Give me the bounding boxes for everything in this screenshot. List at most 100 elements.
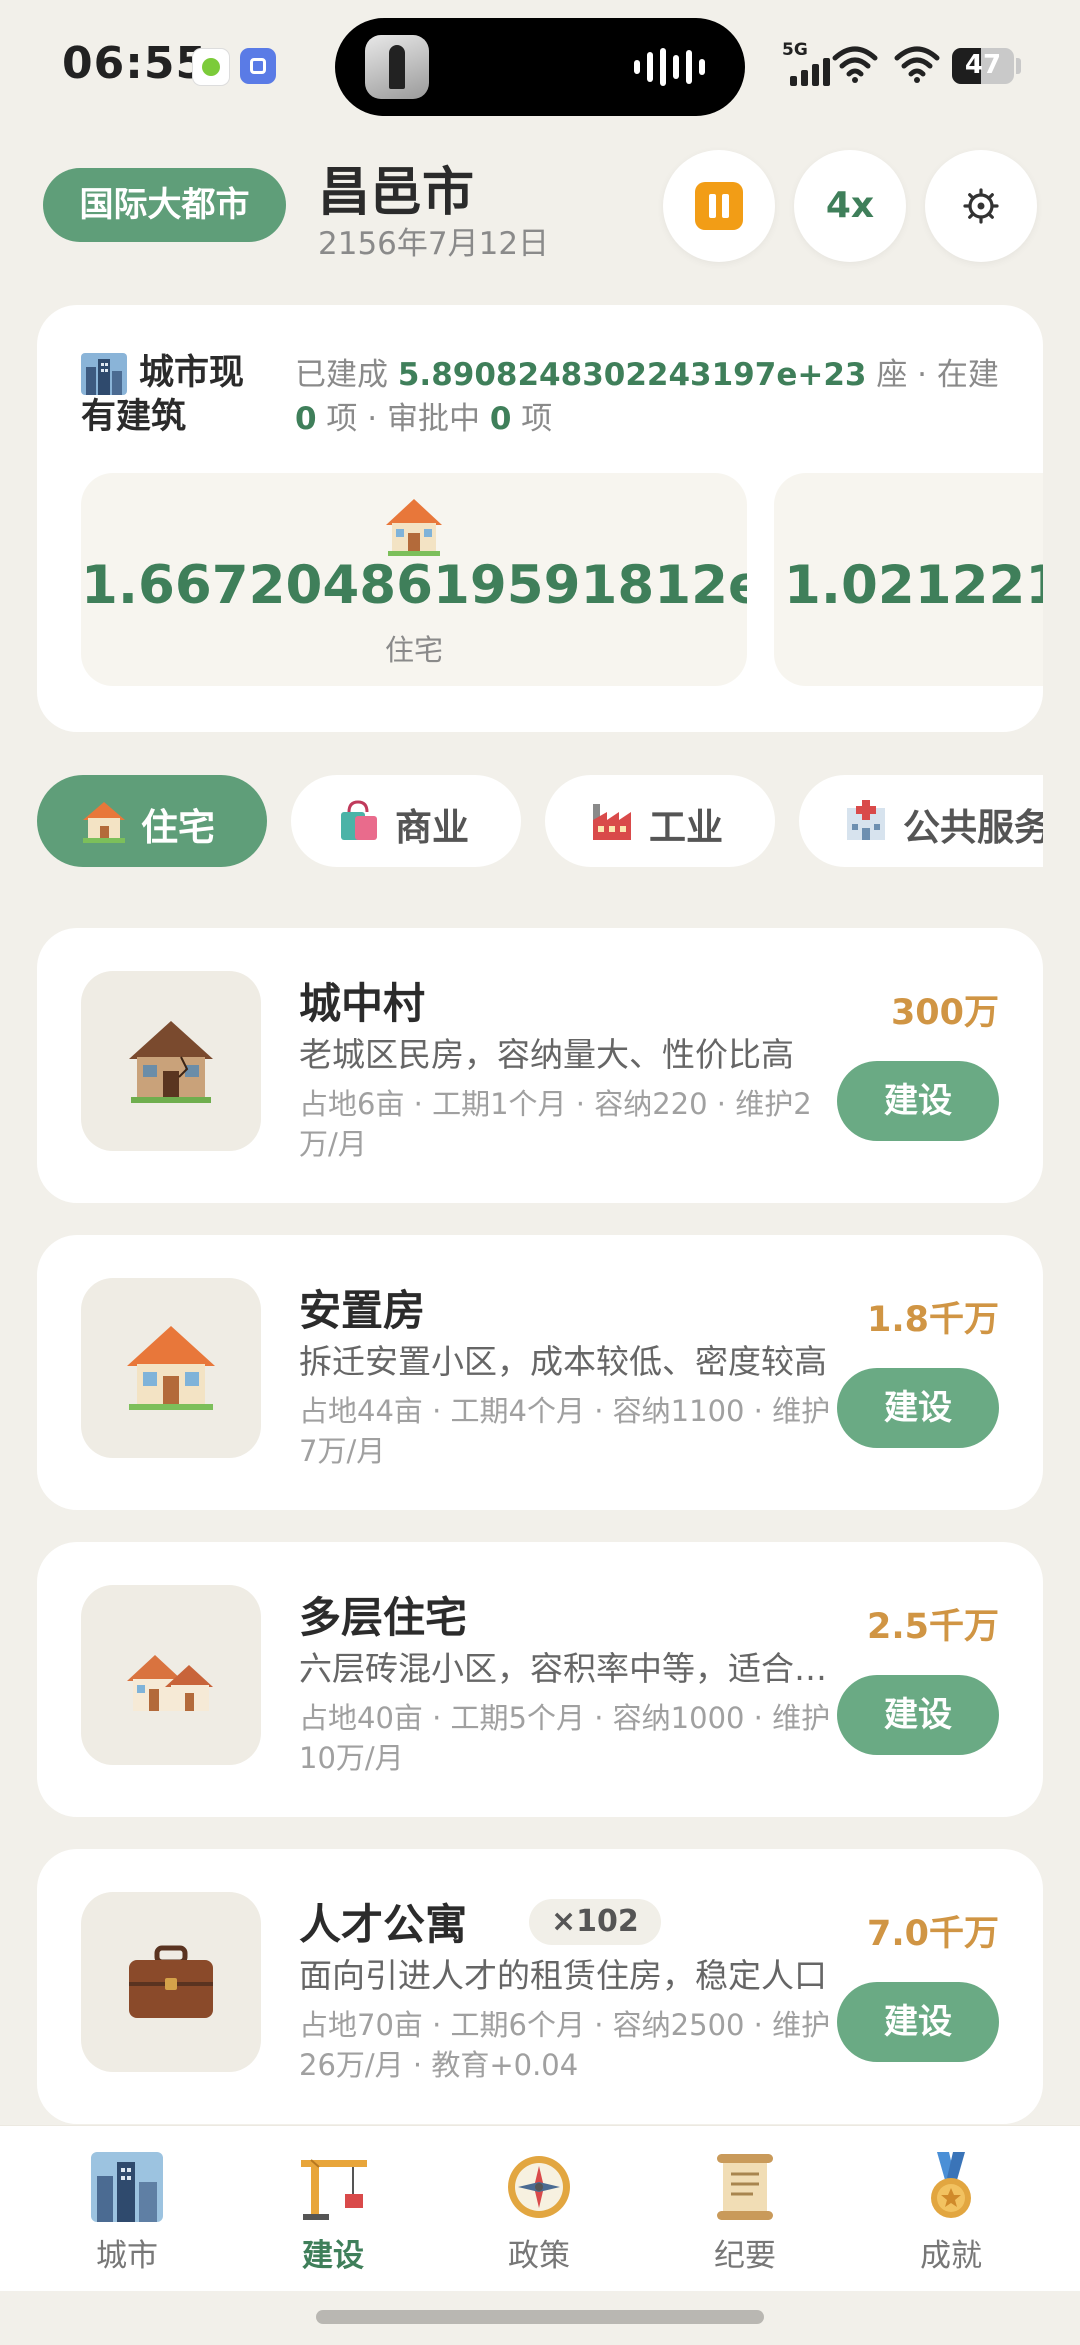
home-indicator[interactable] [316, 2310, 764, 2324]
item-description: 面向引进人才的租赁住房，稳定人口 [299, 1956, 827, 1995]
factory-icon [593, 804, 631, 840]
building-tile-residential[interactable]: 1.6672048619591812e+21 住宅 [81, 473, 747, 686]
house-icon [386, 499, 442, 556]
city-icon [91, 2152, 163, 2222]
stats-text: 已建成 [295, 357, 398, 393]
buildings-stats: 已建成 5.8908248302243197e+23 座 · 在建 0 项 · … [295, 353, 1015, 441]
nav-achievements[interactable]: 成就 [843, 2126, 1059, 2291]
residential-count: 1.6672048619591812e+21 [81, 555, 747, 616]
item-meta: 占地70亩 · 工期6个月 · 容纳2500 · 维护26万/月 · 教育+0.… [299, 2008, 831, 2082]
tab-label: 工业 [649, 806, 723, 849]
nav-build[interactable]: 建设 [225, 2126, 441, 2291]
shopping-bag-icon [341, 800, 377, 840]
settings-button[interactable] [925, 150, 1037, 262]
tab-label: 公共服务 [903, 806, 1043, 849]
shop-icon [774, 493, 1043, 557]
album-art-icon [365, 35, 429, 99]
item-description: 六层砖混小区，容积率中等，适合居住 [299, 1649, 829, 1688]
building-tile-commercial[interactable]: 1.021221431 [774, 473, 1043, 686]
nav-minutes[interactable]: 纪要 [637, 2126, 853, 2291]
game-date: 2156年7月12日 [318, 226, 550, 262]
existing-buildings-card: 城市现有建筑 已建成 5.8908248302243197e+23 座 · 在建… [37, 305, 1043, 732]
item-thumbnail [81, 1278, 261, 1458]
item-name: 人才公寓 [299, 1900, 468, 1949]
houses-icon [127, 1655, 213, 1711]
audio-wave-icon [634, 48, 705, 86]
tab-commercial[interactable]: 商业 [291, 775, 521, 867]
constructing-count: 0 [295, 401, 317, 437]
build-button[interactable]: 建设 [837, 1061, 999, 1141]
compass-icon [508, 2156, 570, 2218]
tab-label: 住宅 [141, 806, 215, 849]
item-name: 安置房 [299, 1286, 426, 1335]
item-thumbnail [81, 1585, 261, 1765]
category-tabs: 住宅 商业 工业 公共服务 [37, 775, 1043, 867]
battery-level: 47 [964, 50, 1002, 80]
approving-count: 0 [489, 401, 512, 437]
tab-label: 商业 [395, 806, 469, 849]
app-notification-icon [192, 48, 230, 86]
nav-label: 纪要 [714, 2238, 776, 2274]
residential-label: 住宅 [384, 633, 443, 667]
crane-icon [301, 2159, 367, 2220]
app-notification-icon [240, 48, 276, 84]
hospital-icon [847, 800, 885, 840]
building-item-urban-village: 城中村 老城区民房，容纳量大、性价比高 占地6亩 · 工期1个月 · 容纳220… [37, 928, 1043, 1203]
item-price: 2.5千万 [866, 1607, 999, 1647]
build-button[interactable]: 建设 [837, 1675, 999, 1755]
item-price: 300万 [890, 993, 999, 1033]
built-count: 5.8908248302243197e+23 [397, 357, 867, 393]
nav-label: 政策 [508, 2238, 570, 2274]
item-meta: 占地40亩 · 工期5个月 · 容纳1000 · 维护10万/月 [299, 1701, 831, 1775]
item-price: 7.0千万 [866, 1914, 999, 1954]
battery-cap [1016, 58, 1021, 74]
house-icon [127, 1326, 215, 1410]
nav-label: 城市 [96, 2238, 158, 2274]
tab-public-services[interactable]: 公共服务 [799, 775, 1043, 867]
item-description: 老城区民房，容纳量大、性价比高 [299, 1035, 794, 1074]
status-bar: 06:55 5G 47 [0, 0, 1080, 130]
tab-industrial[interactable]: 工业 [545, 775, 775, 867]
item-meta: 占地6亩 · 工期1个月 · 容纳220 · 维护2万/月 [299, 1087, 812, 1161]
building-item-resettlement-housing: 安置房 拆迁安置小区，成本较低、密度较高 占地44亩 · 工期4个月 · 容纳1… [37, 1235, 1043, 1510]
wifi-icon [894, 46, 940, 83]
nav-city[interactable]: 城市 [19, 2126, 235, 2291]
item-name: 城中村 [299, 979, 426, 1028]
building-item-talent-apartment: 人才公寓 ×102 面向引进人才的租赁住房，稳定人口 占地70亩 · 工期6个月… [37, 1849, 1043, 2124]
speed-button[interactable]: 4x [794, 150, 906, 262]
nav-label: 建设 [302, 2238, 364, 2274]
stats-text: 项 · 审批中 [316, 401, 490, 437]
pause-icon [695, 182, 743, 230]
scroll-icon [717, 2154, 773, 2220]
house-icon [83, 802, 125, 843]
item-name: 多层住宅 [299, 1593, 468, 1642]
item-description: 拆迁安置小区，成本较低、密度较高 [299, 1342, 827, 1381]
status-time: 06:55 [62, 38, 208, 89]
owned-count-badge: ×102 [529, 1899, 661, 1945]
gear-icon [963, 188, 999, 224]
nav-label: 成就 [920, 2238, 982, 2274]
nav-policy[interactable]: 政策 [431, 2126, 647, 2291]
network-type: 5G [782, 40, 808, 60]
commercial-count: 1.021221431 [784, 555, 1043, 616]
old-house-icon [129, 1021, 213, 1103]
city-name: 昌邑市 [318, 163, 475, 223]
item-meta: 占地44亩 · 工期4个月 · 容纳1100 · 维护7万/月 [299, 1394, 831, 1468]
build-button[interactable]: 建设 [837, 1982, 999, 2062]
build-button[interactable]: 建设 [837, 1368, 999, 1448]
dynamic-island[interactable] [335, 18, 745, 116]
cell-signal-icon [790, 58, 830, 86]
existing-buildings-title: 城市现有建筑 [81, 353, 245, 437]
item-price: 1.8千万 [866, 1300, 999, 1340]
wifi-icon [832, 46, 878, 83]
stats-text: 项 [511, 401, 553, 437]
medal-icon [931, 2152, 971, 2218]
city-tier-badge[interactable]: 国际大都市 [43, 168, 286, 242]
item-thumbnail [81, 1892, 261, 2072]
tab-residential[interactable]: 住宅 [37, 775, 267, 867]
building-item-multistory-housing: 多层住宅 六层砖混小区，容积率中等，适合居住 占地40亩 · 工期5个月 · 容… [37, 1542, 1043, 1817]
battery-icon: 47 [952, 48, 1014, 84]
stats-text: 座 · 在建 [866, 357, 999, 393]
bottom-navigation: 城市 建设 政策 纪要 成就 [0, 2125, 1080, 2291]
pause-button[interactable] [663, 150, 775, 262]
